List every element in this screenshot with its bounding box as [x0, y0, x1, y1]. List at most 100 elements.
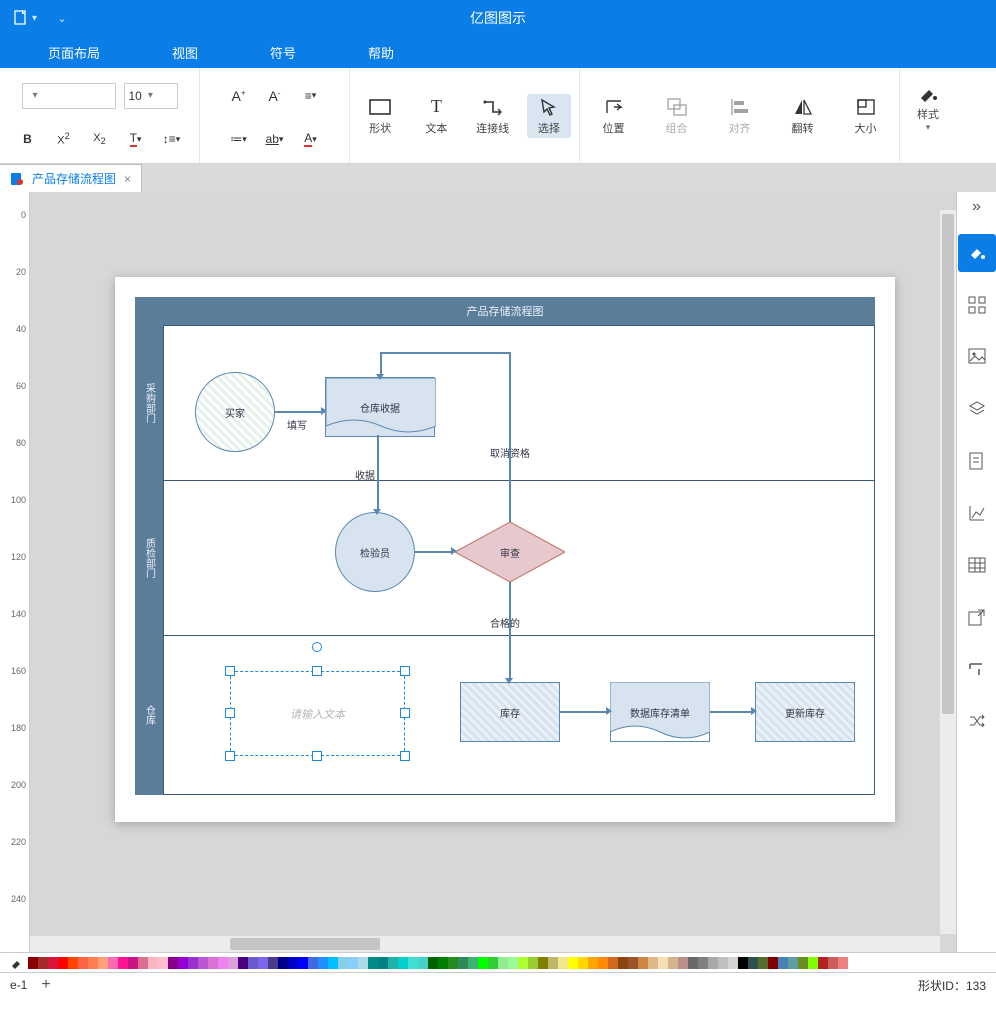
- color-swatch[interactable]: [418, 957, 428, 969]
- color-swatch[interactable]: [628, 957, 638, 969]
- size-button[interactable]: 大小: [844, 94, 888, 138]
- color-swatch[interactable]: [208, 957, 218, 969]
- style-button[interactable]: 样式 ▾: [906, 86, 950, 130]
- color-swatch[interactable]: [828, 957, 838, 969]
- add-page-button[interactable]: +: [41, 976, 50, 994]
- sel-handle-w[interactable]: [225, 708, 235, 718]
- conn-inspector-review[interactable]: [415, 551, 453, 553]
- color-swatch[interactable]: [458, 957, 468, 969]
- select-tool-button[interactable]: 选择: [527, 94, 571, 138]
- color-swatch[interactable]: [108, 957, 118, 969]
- new-doc-icon[interactable]: [8, 5, 34, 31]
- color-swatch[interactable]: [598, 957, 608, 969]
- conn-review-inventory[interactable]: [509, 582, 511, 680]
- conn-edit-update[interactable]: [710, 711, 753, 713]
- color-swatch[interactable]: [178, 957, 188, 969]
- text-color-button[interactable]: T ▾: [119, 124, 153, 154]
- color-swatch[interactable]: [78, 957, 88, 969]
- increase-font-button[interactable]: A+: [222, 81, 256, 111]
- node-buyer[interactable]: 买家: [195, 372, 275, 452]
- horizontal-scrollbar[interactable]: [30, 936, 940, 952]
- color-swatch[interactable]: [278, 957, 288, 969]
- color-swatch[interactable]: [378, 957, 388, 969]
- shape-tool-button[interactable]: 形状: [358, 94, 402, 138]
- conn-review-cancel-h[interactable]: [380, 352, 510, 354]
- align-text-button[interactable]: ≡ ▾: [294, 81, 328, 111]
- shapes-panel-button[interactable]: [958, 286, 996, 324]
- color-swatch[interactable]: [28, 957, 38, 969]
- page-indicator[interactable]: e-1: [10, 978, 27, 992]
- color-swatch[interactable]: [768, 957, 778, 969]
- color-swatch[interactable]: [438, 957, 448, 969]
- selected-shape[interactable]: 请输入文本: [230, 671, 405, 756]
- color-swatch[interactable]: [338, 957, 348, 969]
- color-swatch[interactable]: [398, 957, 408, 969]
- color-swatch[interactable]: [638, 957, 648, 969]
- color-swatch[interactable]: [138, 957, 148, 969]
- font-family-combo[interactable]: ▾: [22, 83, 116, 109]
- color-swatch[interactable]: [428, 957, 438, 969]
- horizontal-scroll-thumb[interactable]: [230, 938, 380, 950]
- flip-button[interactable]: 翻转: [781, 94, 825, 138]
- menu-symbol[interactable]: 符号: [270, 43, 296, 62]
- menu-help[interactable]: 帮助: [368, 43, 394, 62]
- lane-label-3[interactable]: 仓库: [135, 635, 163, 795]
- shuffle-panel-button[interactable]: [958, 702, 996, 740]
- color-swatch[interactable]: [798, 957, 808, 969]
- color-swatch[interactable]: [498, 957, 508, 969]
- subscript-button[interactable]: X2: [83, 124, 117, 154]
- position-button[interactable]: 位置: [592, 94, 636, 138]
- table-panel-button[interactable]: [958, 546, 996, 584]
- color-swatch[interactable]: [548, 957, 558, 969]
- vertical-scroll-thumb[interactable]: [942, 214, 954, 714]
- color-swatch[interactable]: [608, 957, 618, 969]
- color-swatch[interactable]: [388, 957, 398, 969]
- color-swatch[interactable]: [528, 957, 538, 969]
- color-swatch[interactable]: [258, 957, 268, 969]
- conn-buyer-warehouse[interactable]: [275, 411, 323, 413]
- color-swatch[interactable]: [678, 957, 688, 969]
- chart-panel-button[interactable]: [958, 494, 996, 532]
- color-swatch[interactable]: [148, 957, 158, 969]
- color-swatch[interactable]: [578, 957, 588, 969]
- image-panel-button[interactable]: [958, 338, 996, 376]
- color-swatch[interactable]: [558, 957, 568, 969]
- fill-tool-icon[interactable]: [6, 954, 28, 972]
- color-swatch[interactable]: [38, 957, 48, 969]
- color-swatch[interactable]: [48, 957, 58, 969]
- color-swatch[interactable]: [468, 957, 478, 969]
- sel-handle-ne[interactable]: [400, 666, 410, 676]
- color-swatch[interactable]: [288, 957, 298, 969]
- color-swatch[interactable]: [838, 957, 848, 969]
- font-color-button[interactable]: A▾: [294, 124, 328, 154]
- color-swatch[interactable]: [688, 957, 698, 969]
- fill-panel-button[interactable]: [958, 234, 996, 272]
- underline-button[interactable]: ab▾: [258, 124, 292, 154]
- color-swatch[interactable]: [538, 957, 548, 969]
- color-swatch[interactable]: [168, 957, 178, 969]
- document-tab[interactable]: 产品存储流程图 ×: [0, 164, 142, 192]
- color-swatch[interactable]: [488, 957, 498, 969]
- conn-inv-edit[interactable]: [560, 711, 608, 713]
- color-swatch[interactable]: [228, 957, 238, 969]
- bold-button[interactable]: B: [11, 124, 45, 154]
- text-tool-button[interactable]: T 文本: [414, 94, 458, 138]
- color-swatch[interactable]: [478, 957, 488, 969]
- color-swatch[interactable]: [818, 957, 828, 969]
- color-swatch[interactable]: [348, 957, 358, 969]
- color-swatch[interactable]: [268, 957, 278, 969]
- color-swatch[interactable]: [618, 957, 628, 969]
- color-swatch[interactable]: [658, 957, 668, 969]
- color-swatch[interactable]: [368, 957, 378, 969]
- sel-handle-n[interactable]: [312, 666, 322, 676]
- color-swatch[interactable]: [68, 957, 78, 969]
- color-swatch[interactable]: [358, 957, 368, 969]
- sel-handle-nw[interactable]: [225, 666, 235, 676]
- node-edit-list[interactable]: 数据库存清单: [610, 682, 710, 742]
- color-swatch[interactable]: [788, 957, 798, 969]
- color-swatch[interactable]: [708, 957, 718, 969]
- conn-warehouse-inspector[interactable]: [377, 435, 379, 511]
- conn-review-cancel-v[interactable]: [509, 352, 511, 522]
- color-swatch[interactable]: [668, 957, 678, 969]
- color-swatch[interactable]: [758, 957, 768, 969]
